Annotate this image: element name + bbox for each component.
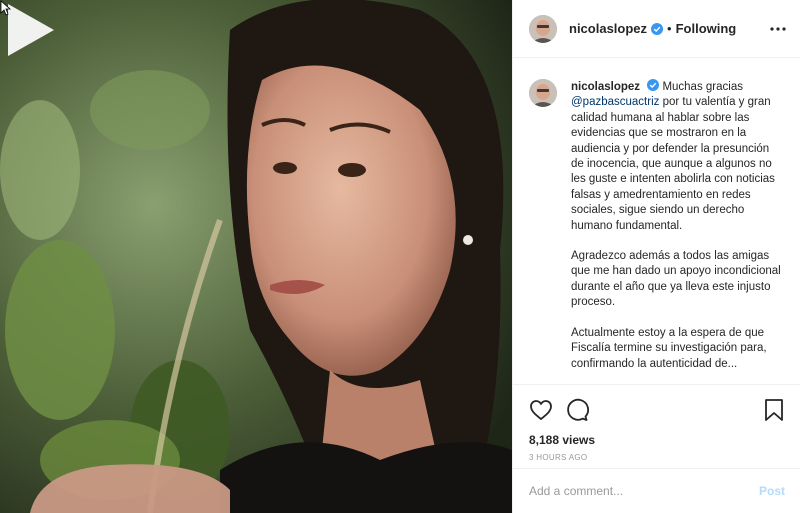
caption-text: nicolaslopez Muchas gracias @pazbascuact… (571, 79, 785, 384)
post-header: nicolaslopez • Following (513, 0, 800, 58)
verified-badge-icon (647, 79, 660, 91)
caption: nicolaslopez Muchas gracias @pazbascuact… (529, 79, 785, 384)
caption-paragraph-2: Agradezco además a todos las amigas que … (571, 250, 781, 309)
mouse-cursor-icon (0, 0, 12, 16)
post-comment-button[interactable]: Post (759, 484, 785, 498)
comment-icon[interactable] (565, 398, 589, 422)
action-icons (529, 393, 785, 427)
verified-badge-icon (651, 22, 664, 35)
video-frame (0, 0, 512, 513)
view-count[interactable]: 8,188 views (529, 433, 785, 447)
caption-part2: por tu valentía y gran calidad humana al… (571, 96, 775, 232)
video-player[interactable] (0, 0, 512, 513)
caption-mention[interactable]: @pazbascuactriz (571, 96, 659, 108)
caption-part1: Muchas gracias (662, 81, 743, 93)
header-username[interactable]: nicolaslopez (569, 21, 647, 36)
post-panel: nicolaslopez • Following nicolaslopez Mu… (512, 0, 800, 513)
caption-paragraph-3: Actualmente estoy a la espera de que Fis… (571, 326, 767, 370)
more-options-icon[interactable] (770, 21, 786, 37)
caption-username[interactable]: nicolaslopez (571, 81, 640, 93)
heart-icon[interactable] (529, 398, 553, 422)
following-button[interactable]: Following (676, 21, 737, 36)
avatar[interactable] (529, 14, 557, 43)
bookmark-icon[interactable] (763, 398, 785, 422)
caption-area: nicolaslopez Muchas gracias @pazbascuact… (513, 59, 800, 384)
separator-dot: • (667, 21, 672, 36)
comment-bar: Post (513, 468, 800, 513)
post-timestamp[interactable]: 3 HOURS AGO (529, 453, 785, 462)
post-actions: 8,188 views 3 HOURS AGO (513, 384, 800, 480)
caption-avatar[interactable] (529, 79, 557, 107)
comment-input[interactable] (529, 484, 759, 498)
